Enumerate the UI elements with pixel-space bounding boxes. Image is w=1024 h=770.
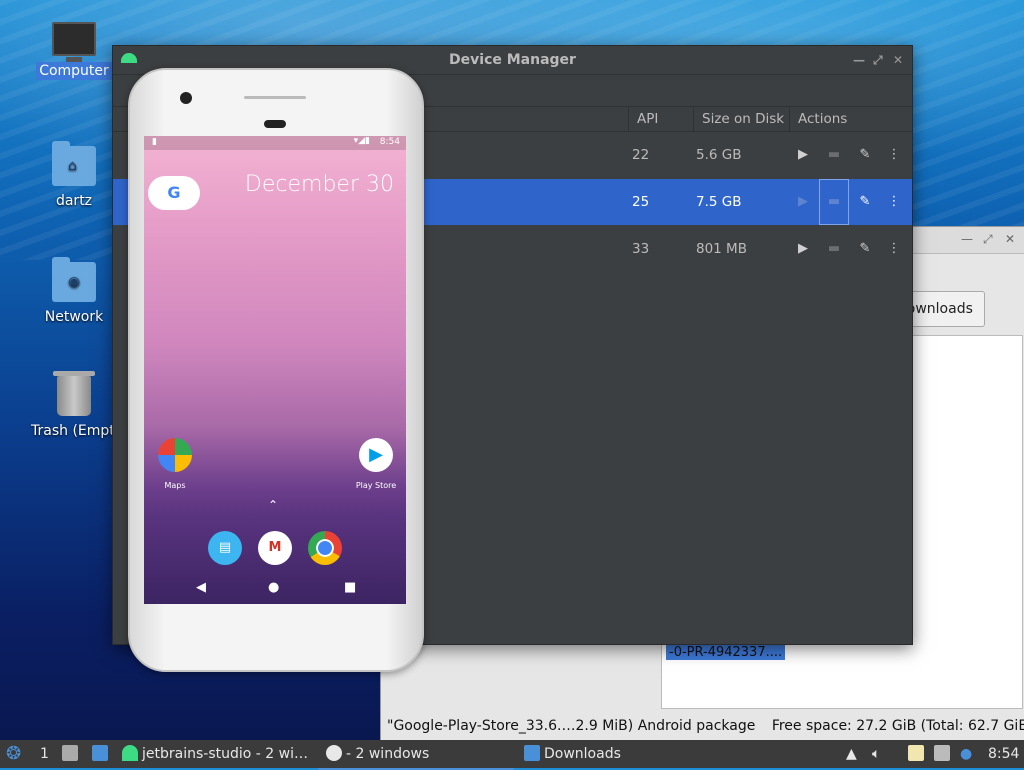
device-api: 22 xyxy=(632,147,650,163)
computer-icon xyxy=(52,22,96,62)
date-widget[interactable]: December 30 xyxy=(245,172,394,197)
notification-icon[interactable]: ● xyxy=(960,740,972,768)
android-icon xyxy=(121,53,137,63)
more-icon[interactable]: ⋮ xyxy=(884,192,904,212)
play-icon[interactable]: ▶ xyxy=(793,192,813,212)
device-size: 801 MB xyxy=(696,241,747,257)
window-title: Device Manager xyxy=(449,52,576,68)
recents-icon[interactable]: ■ xyxy=(344,580,356,595)
google-icon: G xyxy=(167,183,181,202)
file-status-bar: "Google-Play-Store_33.6.…2.9 MiB) Androi… xyxy=(381,713,1024,739)
clipboard-icon[interactable] xyxy=(908,740,928,768)
status-free-space: Free space: 27.2 GiB (Total: 62.7 GiB) xyxy=(771,718,1024,734)
workspace-switcher[interactable]: 1 xyxy=(40,740,49,768)
device-size: 5.6 GB xyxy=(696,147,742,163)
column-size-on-disk[interactable]: Size on Disk xyxy=(693,107,792,131)
minimize-icon[interactable]: — xyxy=(961,232,973,246)
more-icon[interactable]: ⋮ xyxy=(884,145,904,165)
chrome-icon[interactable] xyxy=(308,531,342,565)
play-store-icon[interactable]: ▶ xyxy=(359,438,393,472)
taskbar-item-emulator[interactable]: - 2 windows xyxy=(318,740,514,770)
taskbar-item-label: jetbrains-studio - 2 wi… xyxy=(142,746,308,762)
phone-nav-bar: ◀ ● ■ xyxy=(144,574,406,604)
folder-icon xyxy=(524,745,540,761)
play-icon[interactable]: ▶ xyxy=(793,145,813,165)
selected-filename-text: -0-PR-4942337.... xyxy=(666,645,786,660)
maps-icon[interactable] xyxy=(158,438,192,472)
android-studio-icon xyxy=(122,745,138,761)
minimize-icon[interactable]: — xyxy=(853,46,865,74)
wifi-signal-battery-icons: ▾◢▮ xyxy=(353,136,370,146)
folder-icon[interactable]: ▬ xyxy=(824,239,844,259)
phone-clock: 8:54 xyxy=(379,137,400,147)
taskbar-item-label: - 2 windows xyxy=(346,746,430,762)
front-camera xyxy=(180,92,192,104)
google-search-widget[interactable]: G xyxy=(148,176,200,210)
device-api: 33 xyxy=(632,241,650,257)
sd-card-icon: ▮ xyxy=(152,137,157,147)
status-file-info: "Google-Play-Store_33.6.…2.9 MiB) Androi… xyxy=(387,718,756,734)
taskbar-clock[interactable]: 8:54 xyxy=(988,740,1019,768)
device-api: 25 xyxy=(632,194,650,210)
desktop-icon-network[interactable]: ◉ Network xyxy=(36,257,112,326)
volume-icon[interactable]: 🔈︎ xyxy=(872,740,880,768)
eject-icon[interactable]: ▲ xyxy=(846,740,857,768)
desktop-icon-computer[interactable]: Computer xyxy=(36,22,112,80)
gmail-icon[interactable]: M xyxy=(258,531,292,565)
back-icon[interactable]: ◀ xyxy=(196,580,206,595)
network-folder-icon: ◉ xyxy=(52,257,96,302)
edit-icon[interactable]: ✎ xyxy=(855,239,875,259)
home-folder-icon: ⌂ xyxy=(52,141,96,186)
edit-icon[interactable]: ✎ xyxy=(855,145,875,165)
app-drawer-caret-icon[interactable]: ⌃ xyxy=(268,498,278,512)
desktop-icon-trash[interactable]: Trash (Empty) xyxy=(28,371,129,440)
more-icon[interactable]: ⋮ xyxy=(884,239,904,259)
speaker-grill xyxy=(244,96,306,99)
taskbar-item-label: Downloads xyxy=(544,746,621,762)
column-actions[interactable]: Actions xyxy=(789,107,912,131)
folder-icon[interactable]: ▬ xyxy=(824,145,844,165)
trash-icon xyxy=(53,371,95,416)
taskbar: ❂ 1 jetbrains-studio - 2 wi… - 2 windows… xyxy=(0,740,1024,770)
emulator-icon xyxy=(326,745,342,761)
downloads-button[interactable]: Downloads xyxy=(901,291,985,327)
desktop-icon-label: Network xyxy=(44,309,104,325)
start-menu-icon[interactable]: ❂ xyxy=(6,740,21,768)
phone-status-bar: ▮ ▾◢▮ 8:54 xyxy=(144,136,406,150)
desktop-icon-label: Computer xyxy=(36,62,112,80)
network-tray-icon[interactable] xyxy=(934,740,954,768)
show-desktop-icon[interactable] xyxy=(62,740,82,768)
app-label-maps: Maps xyxy=(164,481,186,490)
home-icon[interactable]: ● xyxy=(268,580,279,595)
emulator-phone: ▮ ▾◢▮ 8:54 G December 30 Maps ▶ Play Sto… xyxy=(128,68,424,672)
desktop-icon-dartz[interactable]: ⌂ dartz xyxy=(36,141,112,210)
taskbar-item-downloads[interactable]: Downloads xyxy=(524,740,621,768)
play-icon[interactable]: ▶ xyxy=(793,239,813,259)
maximize-icon[interactable]: ⤢ xyxy=(983,232,993,247)
file-manager-launcher-icon[interactable] xyxy=(92,740,112,768)
folder-icon[interactable]: ▬ xyxy=(819,179,849,225)
maximize-icon[interactable]: ⤢ xyxy=(873,46,883,74)
earpiece xyxy=(264,120,286,128)
phone-screen[interactable]: ▮ ▾◢▮ 8:54 G December 30 Maps ▶ Play Sto… xyxy=(144,136,406,604)
app-label-play-store: Play Store xyxy=(355,481,397,490)
taskbar-item-studio[interactable]: jetbrains-studio - 2 wi… xyxy=(122,740,308,768)
close-icon[interactable]: ✕ xyxy=(1005,232,1015,246)
column-api[interactable]: API xyxy=(628,107,699,131)
desktop-icon-label: dartz xyxy=(55,193,93,209)
messages-icon[interactable]: ▤ xyxy=(208,531,242,565)
edit-icon[interactable]: ✎ xyxy=(855,192,875,212)
close-icon[interactable]: ✕ xyxy=(893,46,903,74)
device-size: 7.5 GB xyxy=(696,194,742,210)
